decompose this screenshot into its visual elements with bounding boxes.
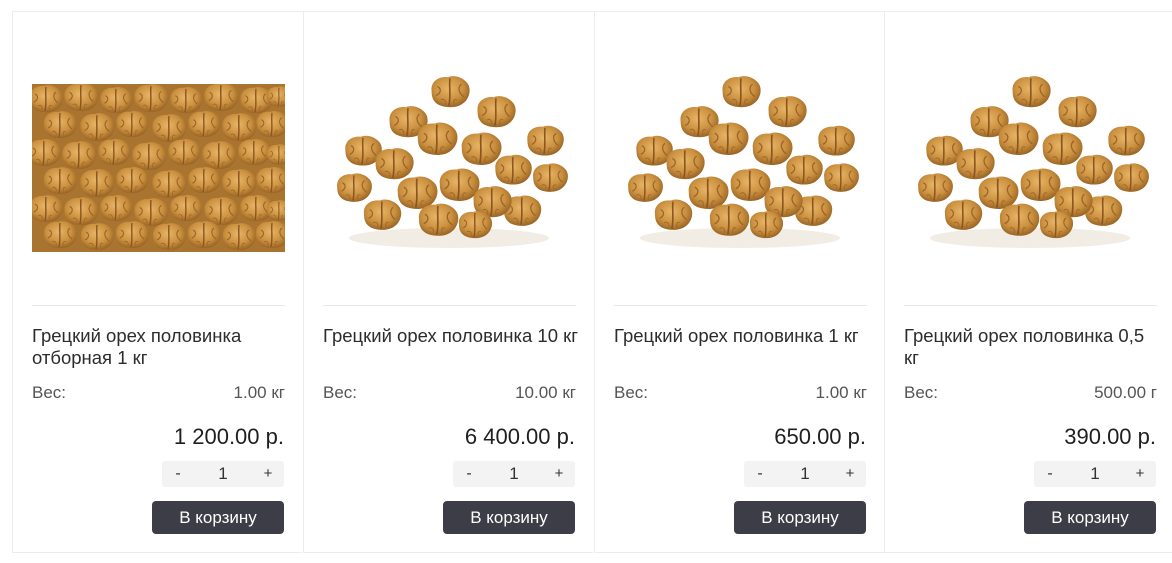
weight-label: Вес: [904, 383, 939, 402]
product-card: Грецкий орех половинка 1 кг Вес: 1.00 кг… [594, 12, 884, 553]
product-card: Грецкий орех половинка 0,5 кг Вес: 500.0… [884, 12, 1172, 553]
product-card: Грецкий орех половинка 10 кг Вес: 10.00 … [303, 12, 593, 553]
quantity-stepper: - 1 + [1034, 461, 1156, 487]
product-price: 390.00 р. [1064, 424, 1156, 449]
decrement-button[interactable]: - [1034, 461, 1066, 487]
divider [614, 305, 867, 306]
increment-button[interactable]: + [543, 461, 575, 487]
product-card: Грецкий орех половинка отборная 1 кг Вес… [12, 12, 302, 553]
weight-label: Вес: [32, 383, 67, 402]
quantity-stepper: - 1 + [453, 461, 575, 487]
weight-value: 1.00 кг [815, 383, 867, 402]
quantity-input[interactable]: 1 [194, 461, 252, 487]
divider [904, 305, 1157, 306]
product-title[interactable]: Грецкий орех половинка 10 кг [323, 325, 583, 347]
quantity-stepper: - 1 + [744, 461, 866, 487]
product-image[interactable] [614, 62, 867, 254]
weight-row: Вес: 1.00 кг [32, 383, 285, 403]
weight-label: Вес: [323, 383, 358, 402]
quantity-input[interactable]: 1 [1066, 461, 1124, 487]
decrement-button[interactable]: - [744, 461, 776, 487]
weight-row: Вес: 10.00 кг [323, 383, 576, 403]
add-to-cart-button[interactable]: В корзину [443, 501, 575, 534]
product-image[interactable] [32, 62, 285, 254]
weight-value: 500.00 г [1094, 383, 1157, 402]
divider [32, 305, 285, 306]
weight-label: Вес: [614, 383, 649, 402]
add-to-cart-button[interactable]: В корзину [734, 501, 866, 534]
weight-value: 10.00 кг [515, 383, 576, 402]
quantity-input[interactable]: 1 [776, 461, 834, 487]
product-grid: Грецкий орех половинка отборная 1 кг Вес… [12, 11, 1172, 563]
weight-value: 1.00 кг [233, 383, 285, 402]
product-image[interactable] [323, 62, 576, 254]
product-title[interactable]: Грецкий орех половинка 0,5 кг [904, 325, 1164, 369]
product-title[interactable]: Грецкий орех половинка 1 кг [614, 325, 874, 347]
weight-row: Вес: 1.00 кг [614, 383, 867, 403]
weight-row: Вес: 500.00 г [904, 383, 1157, 403]
add-to-cart-button[interactable]: В корзину [152, 501, 284, 534]
product-price: 6 400.00 р. [464, 424, 575, 449]
increment-button[interactable]: + [1124, 461, 1156, 487]
quantity-input[interactable]: 1 [485, 461, 543, 487]
decrement-button[interactable]: - [453, 461, 485, 487]
product-image[interactable] [904, 62, 1157, 254]
product-title[interactable]: Грецкий орех половинка отборная 1 кг [32, 325, 292, 369]
increment-button[interactable]: + [834, 461, 866, 487]
decrement-button[interactable]: - [162, 461, 194, 487]
increment-button[interactable]: + [252, 461, 284, 487]
divider [323, 305, 576, 306]
quantity-stepper: - 1 + [162, 461, 284, 487]
add-to-cart-button[interactable]: В корзину [1024, 501, 1156, 534]
product-price: 650.00 р. [774, 424, 866, 449]
product-price: 1 200.00 р. [173, 424, 284, 449]
